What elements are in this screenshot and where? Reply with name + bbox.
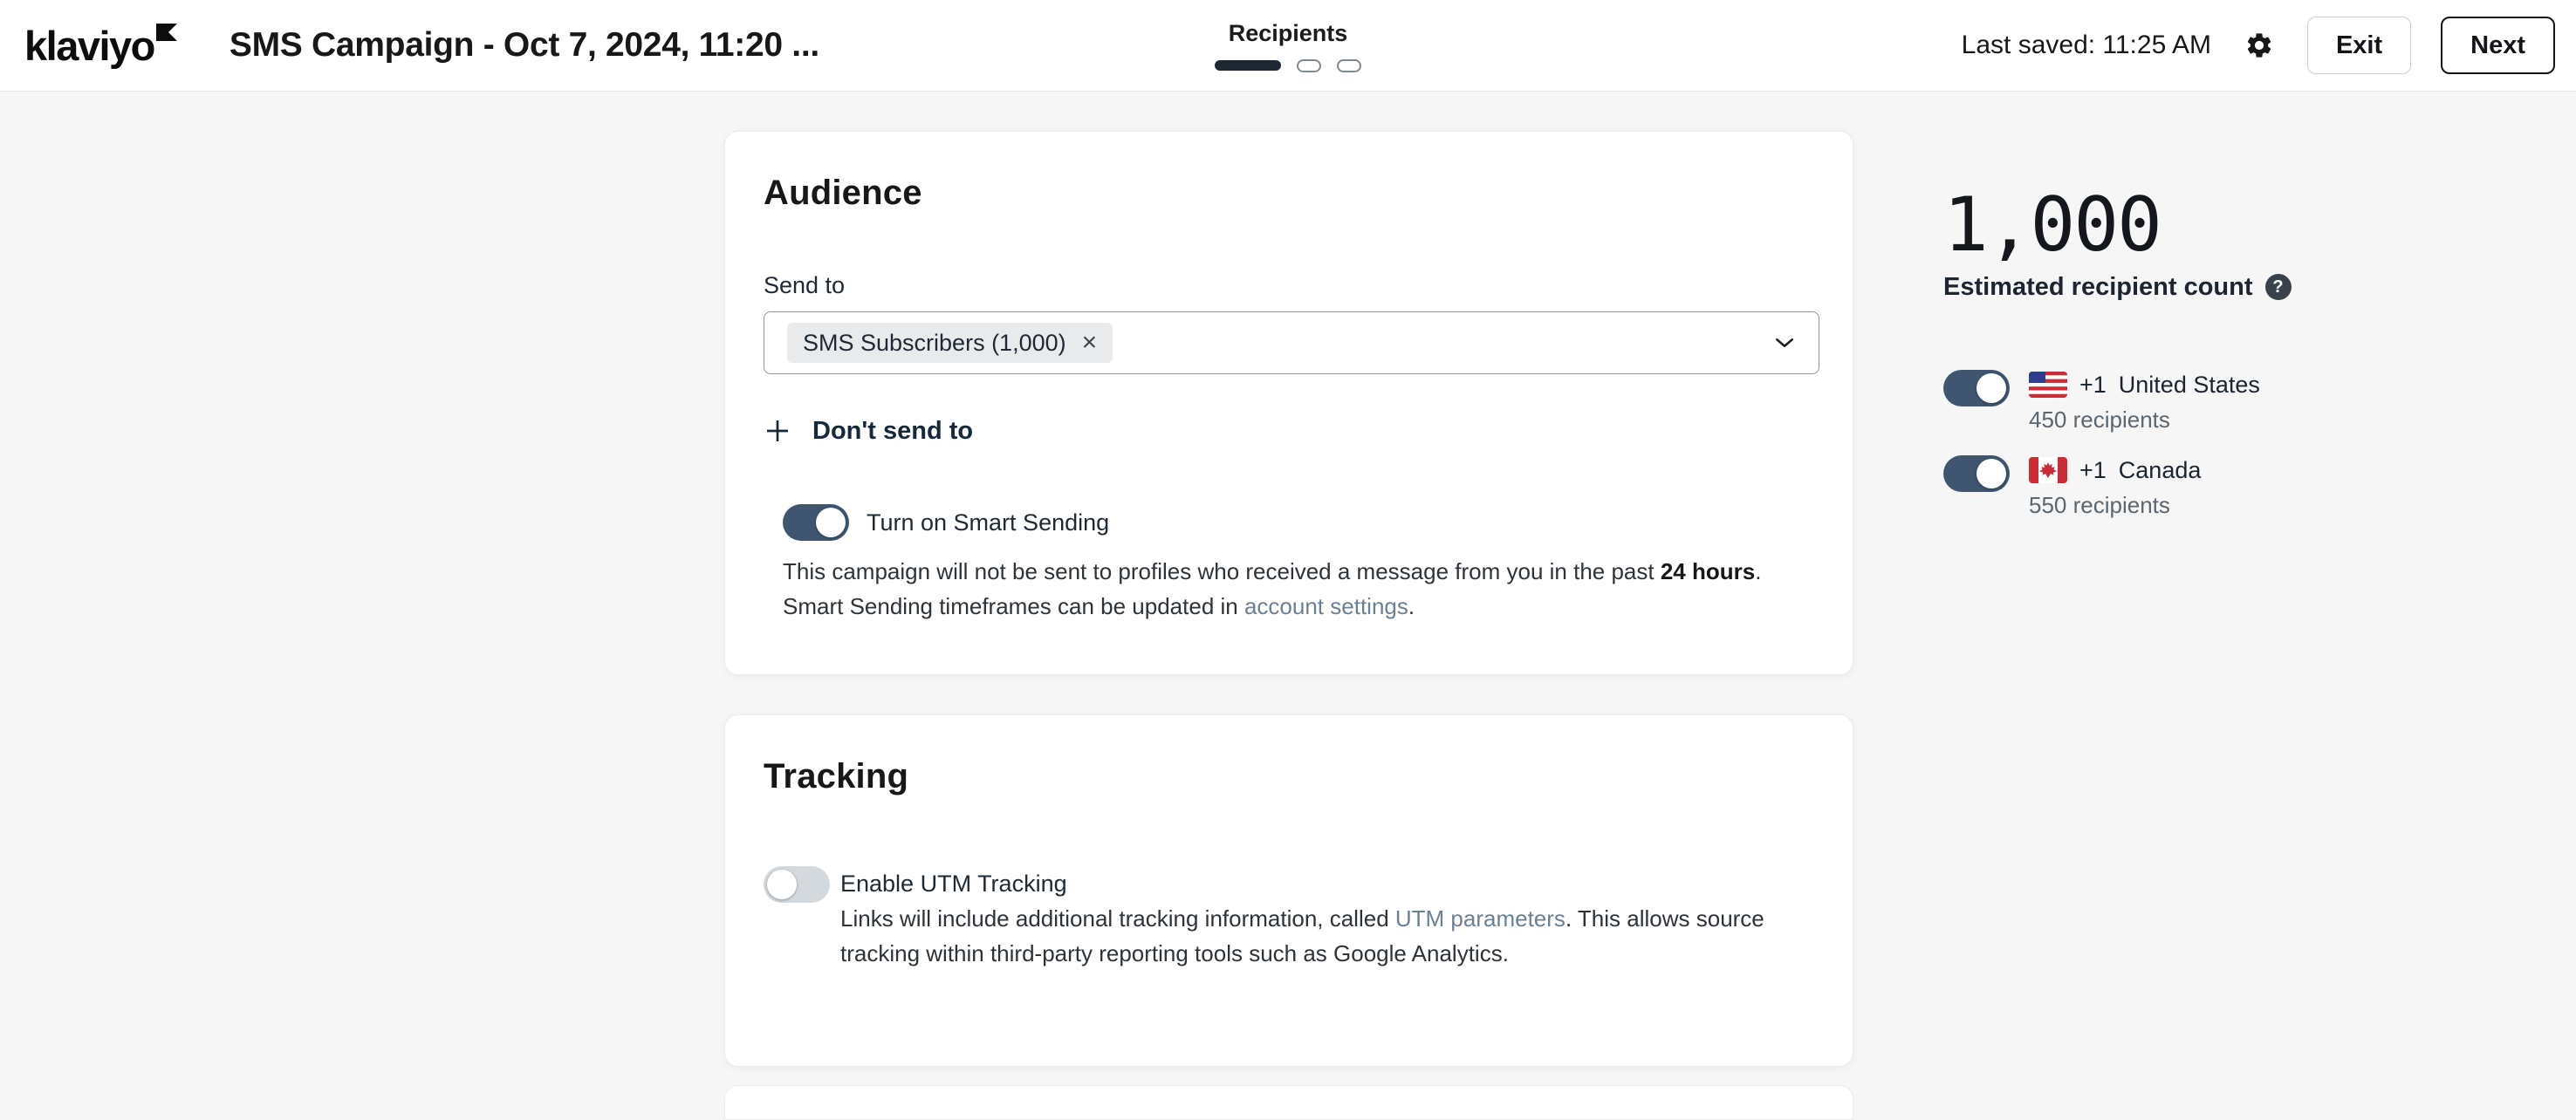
tracking-title: Tracking — [764, 755, 1814, 797]
tracking-card: Tracking Enable UTM Tracking Links will … — [724, 714, 1853, 1067]
step-pill-3 — [1337, 59, 1361, 72]
klaviyo-logo[interactable]: klaviyo — [24, 25, 177, 66]
current-step-label: Recipients — [1229, 20, 1348, 47]
united-states-toggle[interactable] — [1943, 370, 2010, 406]
country-dial-code: +1 — [2079, 370, 2107, 400]
smart-sending-row: Turn on Smart Sending — [783, 504, 1814, 541]
audience-chip-label: SMS Subscribers (1,000) — [803, 330, 1066, 357]
country-recipient-count: 450 recipients — [2029, 406, 2260, 433]
country-row-united-states: +1 United States 450 recipients — [1943, 370, 2502, 433]
country-dial-code: +1 — [2079, 455, 2107, 485]
estimated-recipient-count: 1,000 — [1943, 190, 2502, 260]
country-top: +1 Canada — [2029, 455, 2201, 485]
country-top: +1 United States — [2029, 370, 2260, 400]
smart-sending-section: Turn on Smart Sending This campaign will… — [783, 504, 1814, 624]
desc-segment: . — [1755, 558, 1761, 584]
send-to-label: Send to — [764, 271, 1814, 300]
dont-send-to-label: Don't send to — [812, 417, 973, 446]
utm-tracking-toggle[interactable] — [764, 866, 830, 903]
smart-sending-toggle[interactable] — [783, 504, 849, 541]
country-info: +1 Canada 550 recipients — [2029, 455, 2201, 518]
count-label-row: Estimated recipient count ? — [1943, 272, 2502, 302]
desc-segment: This campaign will not be sent to profil… — [783, 558, 1661, 584]
klaviyo-flag-icon — [156, 24, 177, 45]
account-settings-link[interactable]: account settings — [1244, 593, 1408, 619]
send-to-combobox[interactable]: SMS Subscribers (1,000) × — [764, 311, 1819, 374]
recipient-count-panel: 1,000 Estimated recipient count ? +1 Uni… — [1943, 190, 2502, 518]
next-button[interactable]: Next — [2441, 17, 2555, 74]
utm-text-block: Enable UTM Tracking Links will include a… — [840, 866, 1764, 971]
exit-button[interactable]: Exit — [2307, 17, 2411, 74]
toggle-knob — [816, 508, 846, 537]
country-row-canada: +1 Canada 550 recipients — [1943, 455, 2502, 518]
audience-title: Audience — [764, 172, 1814, 214]
desc-segment: tracking within third-party reporting to… — [840, 940, 1509, 966]
utm-description: Links will include additional tracking i… — [840, 901, 1764, 971]
utm-tracking-label: Enable UTM Tracking — [840, 866, 1764, 901]
canada-flag-icon — [2029, 457, 2067, 483]
desc-segment: . This allows source — [1565, 905, 1764, 932]
smart-sending-description: This campaign will not be sent to profil… — [783, 554, 1814, 624]
settings-button[interactable] — [2241, 27, 2278, 64]
step-pill-row — [1215, 59, 1361, 72]
desc-segment: . — [1408, 593, 1415, 619]
step-pill-active — [1215, 60, 1281, 71]
progress-steps: Recipients — [1215, 0, 1361, 92]
top-bar-right: Last saved: 11:25 AM Exit Next — [1962, 17, 2555, 74]
desc-segment: Links will include additional tracking i… — [840, 905, 1395, 932]
help-icon[interactable]: ? — [2265, 274, 2292, 300]
canada-toggle[interactable] — [1943, 455, 2010, 492]
chevron-down-icon — [1771, 330, 1798, 356]
plus-icon — [764, 417, 791, 445]
count-label: Estimated recipient count — [1943, 273, 2253, 302]
toggle-knob — [1977, 373, 2006, 403]
chip-remove-icon[interactable]: × — [1082, 330, 1098, 356]
gear-icon — [2244, 31, 2274, 60]
audience-card: Audience Send to SMS Subscribers (1,000)… — [724, 131, 1853, 675]
next-section-card-top — [724, 1085, 1853, 1120]
us-flag-icon — [2029, 372, 2067, 398]
country-name: Canada — [2119, 455, 2202, 485]
desc-bold-hours: 24 hours — [1661, 558, 1755, 584]
smart-sending-label: Turn on Smart Sending — [867, 509, 1109, 536]
campaign-title: SMS Campaign - Oct 7, 2024, 11:20 ... — [230, 26, 819, 65]
top-bar: klaviyo SMS Campaign - Oct 7, 2024, 11:2… — [0, 0, 2576, 92]
utm-tracking-row: Enable UTM Tracking Links will include a… — [764, 866, 1814, 971]
dont-send-to-button[interactable]: Don't send to — [764, 413, 973, 448]
step-pill-2 — [1297, 59, 1321, 72]
desc-segment: Smart Sending timeframes can be updated … — [783, 593, 1244, 619]
country-name: United States — [2119, 370, 2260, 400]
utm-parameters-link[interactable]: UTM parameters — [1395, 905, 1565, 932]
toggle-knob — [1977, 459, 2006, 488]
toggle-knob — [767, 870, 797, 899]
last-saved-text: Last saved: 11:25 AM — [1962, 31, 2211, 60]
klaviyo-logo-text: klaviyo — [24, 25, 154, 66]
country-info: +1 United States 450 recipients — [2029, 370, 2260, 433]
country-recipient-count: 550 recipients — [2029, 492, 2201, 518]
audience-chip: SMS Subscribers (1,000) × — [787, 323, 1113, 363]
